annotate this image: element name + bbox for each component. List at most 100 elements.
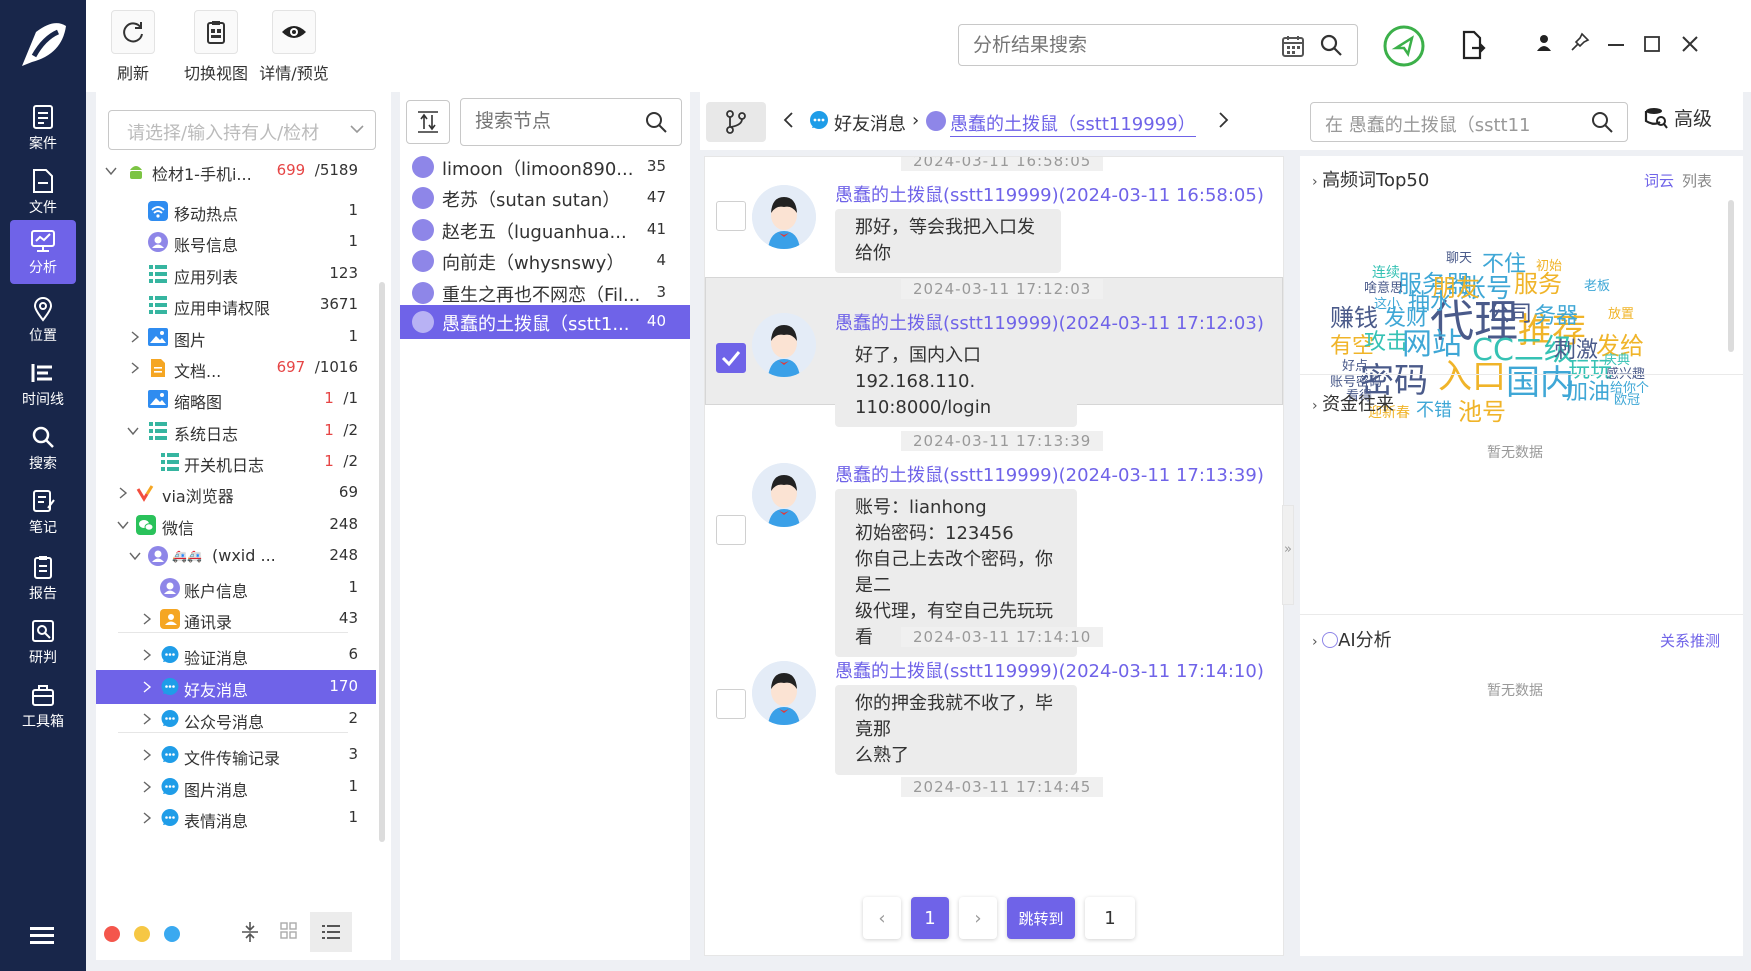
search-icon[interactable] [1319, 33, 1343, 61]
tree-item[interactable]: 公众号消息 2 [96, 702, 376, 736]
forward-arrow-icon[interactable] [1216, 110, 1230, 134]
cloud-word[interactable]: 国内 [1506, 366, 1574, 400]
cloud-word[interactable]: 账号密码 [1330, 376, 1382, 389]
node-search-input[interactable] [461, 99, 631, 143]
collapse-all-icon[interactable] [240, 920, 260, 948]
relation-inference-link[interactable]: 关系推测 [1660, 630, 1720, 651]
list-view-icon[interactable] [310, 912, 352, 952]
cloud-word[interactable]: 连续 [1372, 266, 1400, 280]
current-page-button[interactable]: 1 [911, 897, 949, 939]
contact-item[interactable]: 老苏（sutan sutan） 47 [400, 181, 690, 215]
holder-select[interactable]: 请选择/输入持有人/检材 [108, 110, 376, 150]
hamburger-menu-icon[interactable] [30, 925, 54, 949]
nav-item-location[interactable]: 位置 [10, 288, 76, 352]
tree-item[interactable]: 图片 1 [96, 320, 376, 354]
tree-item[interactable]: 账户信息 1 [96, 571, 376, 605]
nav-item-report[interactable]: 报告 [10, 546, 76, 610]
nav-item-toolbox[interactable]: 工具箱 [10, 674, 76, 738]
cloud-word[interactable]: 攻击 [1364, 332, 1408, 354]
list-tab[interactable]: 列表 [1682, 170, 1712, 191]
nav-item-analysis[interactable]: 分析 [10, 220, 76, 284]
tree-item[interactable]: 应用列表 123 [96, 257, 376, 291]
chevron-right-icon[interactable] [116, 485, 130, 504]
breadcrumb-contact[interactable]: 愚蠢的土拨鼠（sstt119999） [950, 110, 1196, 137]
minimize-icon[interactable] [1606, 36, 1626, 54]
cloud-word[interactable]: 放置 [1608, 308, 1634, 321]
contact-item[interactable]: 愚蠢的土拨鼠（sstt1... 40 [400, 305, 690, 339]
funds-section-title[interactable]: › 资金往来 [1312, 390, 1394, 416]
cloud-word[interactable]: 赚钱 [1330, 306, 1378, 330]
cloud-word[interactable]: 公司 [1488, 304, 1532, 326]
contact-item[interactable]: 赵老五（luguanhua... 41 [400, 213, 690, 247]
chevron-right-icon[interactable] [140, 779, 154, 798]
yellow-dot-icon[interactable] [134, 926, 150, 942]
tree-item[interactable]: 通讯录 43 [96, 602, 376, 636]
prev-page-button[interactable]: ‹ [863, 897, 901, 939]
cloud-word[interactable]: 务器 [1534, 306, 1578, 328]
tree-item[interactable]: 移动热点 1 [96, 194, 376, 228]
search-icon[interactable] [645, 111, 667, 137]
chevron-right-icon[interactable] [128, 329, 142, 348]
tree-item[interactable]: 验证消息 6 [96, 638, 376, 672]
cloud-word[interactable]: 啥意思 [1364, 282, 1403, 295]
collapse-panel-handle[interactable]: » [1282, 505, 1294, 605]
contact-item[interactable]: limoon（limoon890... 35 [400, 150, 690, 184]
tree-item[interactable]: 表情消息 1 [96, 801, 376, 835]
result-search-box[interactable] [958, 24, 1358, 66]
back-arrow-icon[interactable] [782, 110, 796, 134]
message-checkbox[interactable] [716, 343, 746, 373]
grid-view-icon[interactable] [280, 922, 298, 944]
message-checkbox[interactable] [716, 515, 746, 545]
chevron-right-icon[interactable] [140, 747, 154, 766]
cloud-word[interactable]: 庆典 [1604, 354, 1630, 367]
details-preview-button[interactable]: 详情/预览 [254, 10, 334, 84]
cloud-word[interactable]: 不住 [1482, 254, 1526, 276]
chevron-right-icon[interactable] [140, 647, 154, 666]
cloud-word[interactable]: 池号 [1458, 400, 1506, 424]
tree-item[interactable]: 好友消息 170 [96, 670, 376, 704]
chevron-down-icon[interactable] [126, 423, 140, 442]
cloud-word[interactable]: 欧冠 [1614, 394, 1640, 407]
advanced-search-button[interactable]: 高级 [1644, 104, 1712, 131]
contact-item[interactable]: 向前走（whysnswy） 4 [400, 244, 690, 278]
export-icon[interactable] [1460, 30, 1486, 64]
chevron-down-icon[interactable] [116, 517, 130, 536]
tree-item[interactable]: 图片消息 1 [96, 770, 376, 804]
close-icon[interactable] [1680, 34, 1700, 58]
search-icon[interactable] [1591, 111, 1613, 138]
pin-icon[interactable] [1570, 32, 1590, 56]
next-page-button[interactable]: › [959, 897, 997, 939]
chevron-right-icon[interactable] [140, 711, 154, 730]
result-search-input[interactable] [959, 25, 1259, 65]
cloud-word[interactable]: 网站 [1402, 330, 1462, 360]
chevron-right-icon[interactable] [140, 679, 154, 698]
cloud-word[interactable]: 这小 [1374, 298, 1400, 311]
wordcloud-tab[interactable]: 词云 [1644, 170, 1674, 191]
tree-item[interactable]: 开关机日志 1 /2 [96, 445, 376, 479]
nav-item-search[interactable]: 搜索 [10, 416, 76, 480]
cloud-word[interactable]: 加油 [1566, 382, 1610, 404]
message-checkbox[interactable] [716, 201, 746, 231]
cloud-word[interactable]: 好点 [1342, 360, 1368, 373]
top-words-section-title[interactable]: › 高频词Top50 [1312, 166, 1429, 192]
chevron-right-icon[interactable] [140, 810, 154, 829]
red-dot-icon[interactable] [104, 926, 120, 942]
tree-item[interactable]: 缩略图 1 /1 [96, 382, 376, 416]
cloud-word[interactable]: 初始 [1536, 260, 1562, 273]
tree-scrollbar[interactable] [379, 282, 385, 842]
tree-item[interactable]: 检材1-手机i... 699 /5189 [96, 154, 376, 188]
tree-item[interactable]: 🚑🚑 (wxid ... 248 [96, 539, 376, 573]
tree-item[interactable]: via浏览器 69 [96, 476, 376, 510]
tree-item[interactable]: 文件传输记录 3 [96, 738, 376, 772]
message-sender[interactable]: 愚蠢的土拨鼠(sstt119999)(2024-03-11 16:58:05) [835, 181, 1264, 207]
ai-analysis-section-title[interactable]: › AI分析 [1312, 626, 1392, 652]
node-search-box[interactable] [460, 98, 682, 146]
message-checkbox[interactable] [716, 689, 746, 719]
cloud-word[interactable]: 抽水 [1408, 292, 1452, 314]
sort-button[interactable] [406, 100, 450, 144]
nav-item-timeline[interactable]: 时间线 [10, 352, 76, 416]
message-sender[interactable]: 愚蠢的土拨鼠(sstt119999)(2024-03-11 17:12:03) [835, 309, 1264, 335]
message-sender[interactable]: 愚蠢的土拨鼠(sstt119999)(2024-03-11 17:13:39) [835, 461, 1264, 487]
jump-to-button[interactable]: 跳转到 [1007, 897, 1075, 939]
nav-item-judgement[interactable]: 研判 [10, 610, 76, 674]
